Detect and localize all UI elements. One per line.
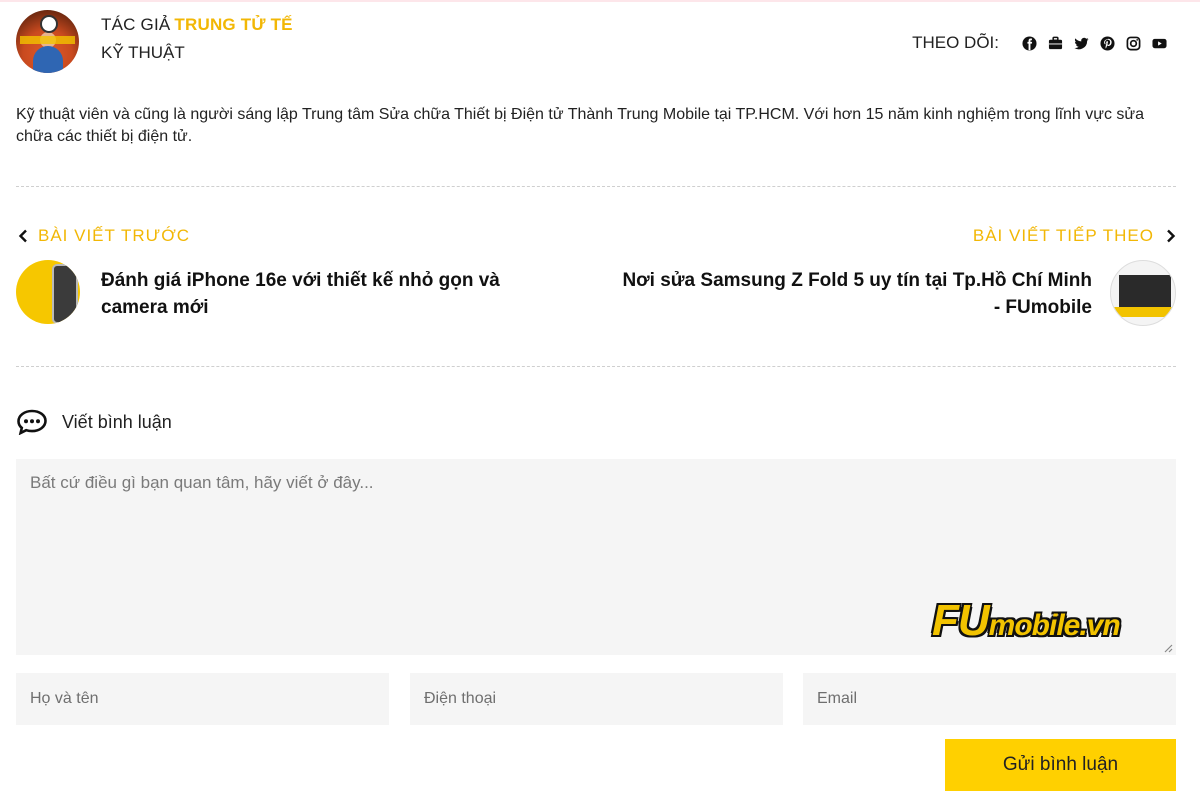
divider: [16, 366, 1176, 367]
twitter-icon[interactable]: [1074, 36, 1089, 51]
next-post-thumbnail[interactable]: [1110, 260, 1176, 326]
author-name[interactable]: TRUNG TỬ TẾ: [174, 15, 292, 34]
divider: [16, 186, 1176, 187]
avatar-logo: [40, 15, 58, 33]
chevron-left-icon: [18, 229, 28, 243]
avatar-band: [20, 36, 75, 44]
top-border: [0, 0, 1200, 2]
instagram-icon[interactable]: [1126, 36, 1141, 51]
prev-post-title[interactable]: Đánh giá iPhone 16e với thiết kế nhỏ gọn…: [101, 267, 561, 321]
comment-header: Viết bình luận: [16, 409, 172, 435]
author-role: KỸ THUẬT: [101, 43, 185, 62]
prev-post-link[interactable]: BÀI VIẾT TRƯỚC: [18, 226, 190, 246]
author-line: TÁC GIẢ TRUNG TỬ TẾ: [101, 15, 293, 35]
name-field[interactable]: [16, 673, 389, 725]
resize-handle-icon[interactable]: [1163, 643, 1173, 653]
watermark-brand: FU: [932, 596, 990, 645]
chevron-right-icon: [1166, 229, 1176, 243]
briefcase-icon[interactable]: [1048, 36, 1063, 51]
prev-post-thumbnail[interactable]: [16, 260, 80, 324]
email-field[interactable]: [803, 673, 1176, 725]
thumbnail-band: [1111, 307, 1175, 317]
follow-bar: THEO DÕI:: [912, 33, 1167, 53]
author-bio: Kỹ thuật viên và cũng là người sáng lập …: [16, 106, 1145, 145]
comment-bubble-icon: [16, 409, 48, 435]
author-label: TÁC GIẢ: [101, 15, 171, 34]
next-post-title[interactable]: Nơi sửa Samsung Z Fold 5 uy tín tại Tp.H…: [612, 267, 1092, 321]
submit-comment-button[interactable]: Gửi bình luận: [945, 739, 1176, 791]
prev-post-label: BÀI VIẾT TRƯỚC: [38, 226, 191, 245]
next-post-label: BÀI VIẾT TIẾP THEO: [972, 226, 1154, 245]
watermark-rest: mobile.vn: [988, 609, 1121, 642]
phone-illustration: [52, 264, 78, 324]
pinterest-icon[interactable]: [1100, 35, 1115, 51]
facebook-icon[interactable]: [1022, 35, 1037, 51]
next-post-link[interactable]: BÀI VIẾT TIẾP THEO: [973, 226, 1176, 246]
comment-title: Viết bình luận: [62, 411, 172, 432]
phone-field[interactable]: [410, 673, 783, 725]
device-illustration: [1119, 275, 1171, 309]
author-avatar[interactable]: [16, 10, 79, 73]
youtube-icon[interactable]: [1152, 36, 1167, 51]
follow-label: THEO DÕI:: [912, 33, 999, 52]
avatar-body: [33, 46, 63, 73]
brand-watermark: FUmobile.vn: [932, 596, 1121, 646]
